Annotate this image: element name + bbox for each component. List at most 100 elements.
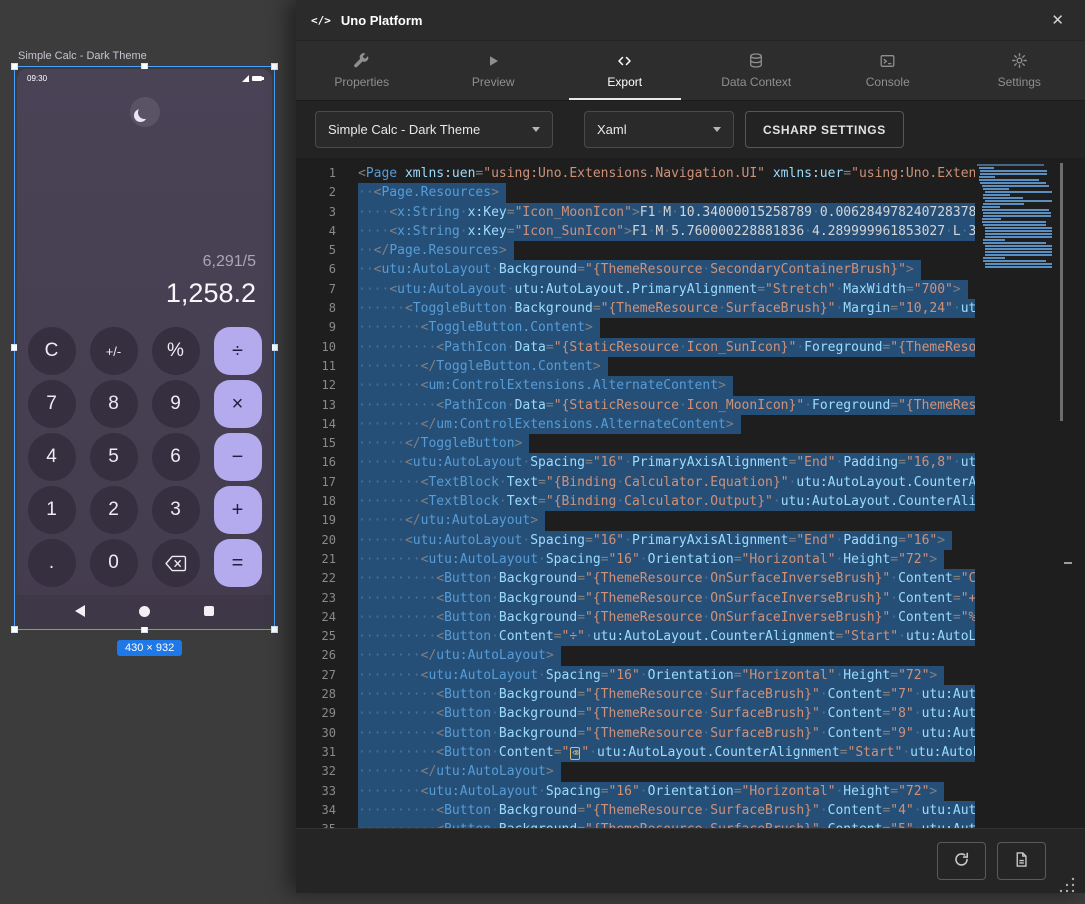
- line-number: 19: [296, 511, 336, 530]
- calc-key-percent[interactable]: %: [152, 327, 200, 375]
- calc-key-divide[interactable]: ÷: [214, 327, 262, 375]
- code-line: 17········<TextBlock·Text="{Binding·Calc…: [296, 473, 975, 492]
- artboard-label: Simple Calc - Dark Theme: [18, 50, 147, 62]
- line-number: 21: [296, 550, 336, 569]
- tab-label: Preview: [472, 75, 515, 89]
- project-select[interactable]: Simple Calc - Dark Theme: [315, 111, 553, 148]
- resize-handle-mid-right[interactable]: [271, 344, 278, 351]
- code-line: 26········</utu:AutoLayout>: [296, 646, 975, 665]
- calc-key-multiply[interactable]: ×: [214, 380, 262, 428]
- play-icon: [485, 53, 501, 69]
- code-line: 14········</um:ControlExtensions.Alterna…: [296, 415, 975, 434]
- tab-data-context[interactable]: Data Context: [691, 41, 823, 100]
- resize-handle-top-left[interactable]: [11, 63, 18, 70]
- export-file-button[interactable]: [997, 842, 1046, 880]
- line-number: 15: [296, 434, 336, 453]
- line-number: 23: [296, 589, 336, 608]
- code-line: 23··········<Button·Background="{ThemeRe…: [296, 589, 975, 608]
- calc-key-dot[interactable]: .: [28, 539, 76, 587]
- code-pane[interactable]: 1<Page xmlns:uen="using:Uno.Extensions.N…: [296, 158, 975, 828]
- calc-key-clear[interactable]: C: [28, 327, 76, 375]
- calculator-keypad: C +/-% ÷ 789 × 456− 123 +. 0 =: [17, 321, 272, 595]
- theme-toggle-button[interactable]: [130, 97, 160, 127]
- line-number: 18: [296, 492, 336, 511]
- nav-recents-icon[interactable]: [204, 606, 214, 616]
- code-editor[interactable]: 1<Page xmlns:uen="using:Uno.Extensions.N…: [296, 158, 1085, 828]
- overview-ruler-mark: [1064, 562, 1072, 564]
- line-number: 28: [296, 685, 336, 704]
- line-number: 33: [296, 782, 336, 801]
- line-number: 7: [296, 280, 336, 299]
- desktop-background: Simple Calc - Dark Theme 09:30: [0, 0, 1085, 904]
- minimap[interactable]: [977, 164, 1057, 269]
- tab-console[interactable]: Console: [822, 41, 954, 100]
- resize-handle-top-right[interactable]: [271, 63, 278, 70]
- code-line: 28··········<Button·Background="{ThemeRe…: [296, 685, 975, 704]
- resize-handle-bottom-right[interactable]: [271, 626, 278, 633]
- line-number: 11: [296, 357, 336, 376]
- line-number: 5: [296, 241, 336, 260]
- line-number: 31: [296, 743, 336, 762]
- calc-key-9[interactable]: 9: [152, 380, 200, 428]
- calc-key-6[interactable]: 6: [152, 433, 200, 481]
- uno-logo-icon: </>: [311, 14, 331, 27]
- chevron-down-icon: [713, 127, 721, 132]
- format-select[interactable]: Xaml: [584, 111, 734, 148]
- resize-handle-bottom-mid[interactable]: [141, 626, 148, 633]
- code-line: 11········</ToggleButton.Content>: [296, 357, 975, 376]
- calc-key-plus[interactable]: +: [214, 486, 262, 534]
- refresh-button[interactable]: [937, 842, 986, 880]
- line-number: 17: [296, 473, 336, 492]
- code-line: 29··········<Button·Background="{ThemeRe…: [296, 704, 975, 723]
- calc-key-2[interactable]: 2: [90, 486, 138, 534]
- calc-key-7[interactable]: 7: [28, 380, 76, 428]
- gear-icon: [1011, 52, 1028, 69]
- tab-properties[interactable]: Properties: [296, 41, 428, 100]
- line-number: 8: [296, 299, 336, 318]
- code-line: 31··········<Button·Content="⌫"·utu:Auto…: [296, 743, 975, 762]
- tab-label: Properties: [334, 75, 389, 89]
- calc-key-5[interactable]: 5: [90, 433, 138, 481]
- line-number: 4: [296, 222, 336, 241]
- tab-settings[interactable]: Settings: [954, 41, 1085, 100]
- csharp-settings-button[interactable]: CSHARP SETTINGS: [745, 111, 904, 148]
- line-number: 9: [296, 318, 336, 337]
- nav-back-icon[interactable]: [75, 605, 85, 617]
- close-icon[interactable]: ✕: [1045, 9, 1070, 31]
- wrench-icon: [353, 52, 370, 69]
- calc-key-0[interactable]: 0: [90, 539, 138, 587]
- calc-key-minus[interactable]: −: [214, 433, 262, 481]
- code-line: 15······</ToggleButton>: [296, 434, 975, 453]
- code-line: 25··········<Button·Content="÷"·utu:Auto…: [296, 627, 975, 646]
- line-number: 20: [296, 531, 336, 550]
- tab-preview[interactable]: Preview: [428, 41, 560, 100]
- phone-preview: 09:30 6,291/5 1,258.2 C+/-%÷789×456−123+…: [17, 69, 272, 627]
- tab-export[interactable]: Export: [559, 41, 691, 100]
- resize-handle-bottom-left[interactable]: [11, 626, 18, 633]
- code-line: 30··········<Button·Background="{ThemeRe…: [296, 724, 975, 743]
- nav-home-icon[interactable]: [139, 606, 150, 617]
- line-number: 27: [296, 666, 336, 685]
- line-number: 3: [296, 203, 336, 222]
- code-line: 9········<ToggleButton.Content>: [296, 318, 975, 337]
- code-line: 13··········<PathIcon·Data="{StaticResou…: [296, 396, 975, 415]
- calc-key-4[interactable]: 4: [28, 433, 76, 481]
- calc-key-8[interactable]: 8: [90, 380, 138, 428]
- calc-key-equals[interactable]: =: [214, 539, 262, 587]
- phone-selection[interactable]: 09:30 6,291/5 1,258.2 C+/-%÷789×456−123+…: [14, 66, 275, 630]
- line-number: 12: [296, 376, 336, 395]
- scrollbar-thumb[interactable]: [1060, 163, 1063, 421]
- line-number: 24: [296, 608, 336, 627]
- line-number: 10: [296, 338, 336, 357]
- code-line: 8······<ToggleButton·Background="{ThemeR…: [296, 299, 975, 318]
- calc-key-backspace[interactable]: [152, 539, 200, 587]
- calc-key-plus-minus[interactable]: +/-: [90, 327, 138, 375]
- wifi-icon: [242, 75, 249, 82]
- line-number: 35: [296, 820, 336, 828]
- calc-key-3[interactable]: 3: [152, 486, 200, 534]
- window-resize-grip[interactable]: [1058, 876, 1076, 899]
- code-line: 35··········<Button·Background="{ThemeRe…: [296, 820, 975, 828]
- chevron-down-icon: [532, 127, 540, 132]
- tab-label: Data Context: [721, 75, 791, 89]
- calc-key-1[interactable]: 1: [28, 486, 76, 534]
